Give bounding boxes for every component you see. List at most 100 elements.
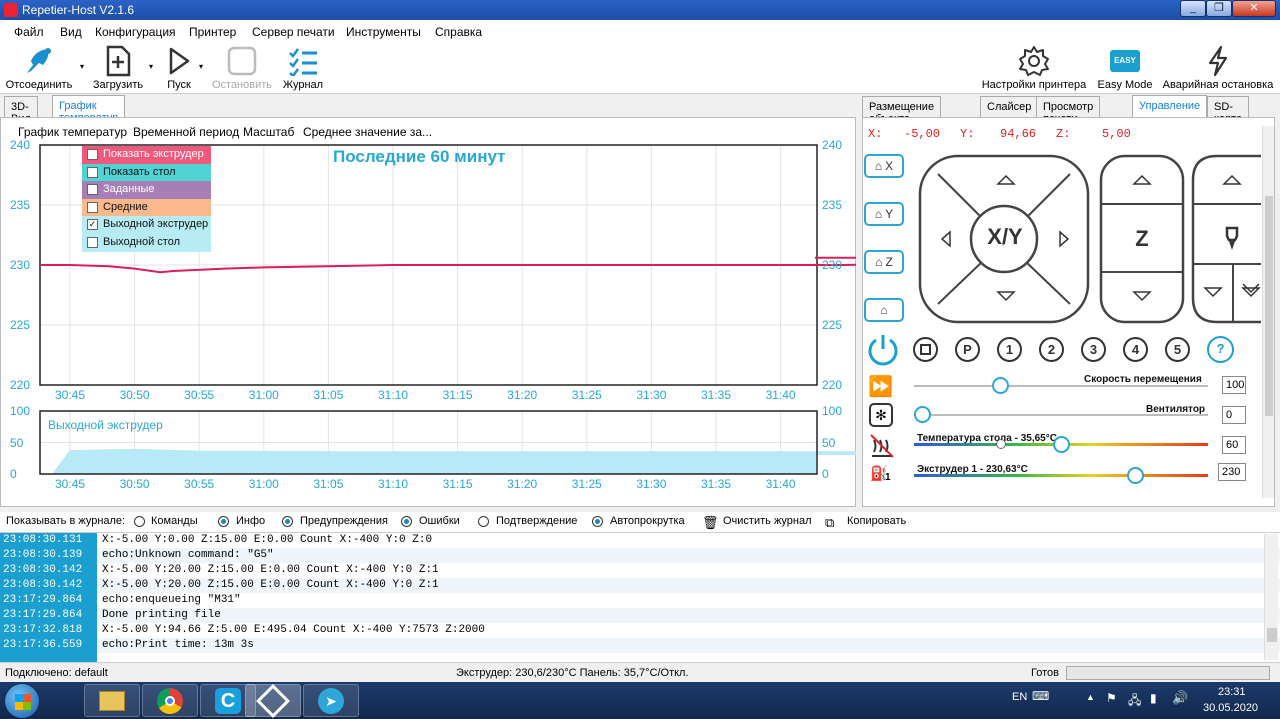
log-opt-ack[interactable]: Подтверждение: [496, 515, 577, 527]
chart-menu-period[interactable]: Временной период: [133, 125, 239, 139]
trash-icon[interactable]: 🗑: [702, 515, 719, 531]
printer-settings-button[interactable]: Настройки принтера: [978, 44, 1090, 91]
radio-autoscroll[interactable]: [592, 516, 603, 527]
menu-tools[interactable]: Инструменты: [346, 25, 421, 39]
legend-output-extruder[interactable]: ✓ Выходной экструдер: [82, 216, 211, 234]
bed-temp-slider-knob[interactable]: [1052, 436, 1070, 453]
speed-slider-knob[interactable]: [991, 377, 1009, 394]
explorer-taskbar-button[interactable]: [84, 684, 140, 717]
clear-log-button[interactable]: Очистить журнал: [723, 515, 812, 527]
disconnect-button[interactable]: Отсоединить: [4, 44, 74, 91]
load-more-icon[interactable]: ▾: [149, 62, 153, 71]
log-scroll-thumb[interactable]: [1267, 628, 1277, 642]
checkbox-icon[interactable]: [87, 184, 98, 196]
fan-slider-knob[interactable]: [914, 406, 931, 423]
extruder-temp-input[interactable]: 230: [1218, 463, 1246, 481]
tray-expand-icon[interactable]: ▲: [1086, 692, 1095, 702]
tab-print-preview[interactable]: Просмотр печати: [1036, 96, 1101, 125]
radio-ack[interactable]: [478, 516, 489, 527]
preset-2-button[interactable]: 2: [1039, 337, 1064, 362]
telegram-taskbar-button[interactable]: ➤: [303, 684, 359, 717]
menu-view[interactable]: Вид: [60, 25, 82, 39]
radio-info[interactable]: [218, 516, 229, 527]
checkbox-icon[interactable]: ✓: [87, 219, 98, 231]
tab-control[interactable]: Управление: [1132, 95, 1208, 119]
preset-4-button[interactable]: 4: [1123, 337, 1148, 362]
log-button[interactable]: Журнал: [280, 44, 326, 91]
radio-errors[interactable]: [401, 516, 412, 527]
preset-3-button[interactable]: 3: [1081, 337, 1106, 362]
checkbox-icon[interactable]: [87, 201, 98, 213]
tab-object-placement[interactable]: Размещение объекта: [862, 96, 942, 125]
log-opt-info[interactable]: Инфо: [236, 515, 265, 527]
emergency-stop-button[interactable]: Аварийная остановка: [1160, 44, 1276, 91]
legend-average[interactable]: Средние: [82, 198, 211, 217]
speed-track[interactable]: [914, 385, 1208, 387]
signal-icon[interactable]: ▮: [1150, 691, 1157, 705]
home-x-button[interactable]: ⌂ X: [864, 154, 904, 178]
legend-show-bed[interactable]: Показать стол: [82, 163, 211, 182]
menu-config[interactable]: Конфигурация: [95, 25, 176, 39]
easy-mode-button[interactable]: EASY Easy Mode: [1096, 44, 1154, 91]
home-all-button[interactable]: ⌂: [864, 298, 904, 322]
language-indicator[interactable]: EN: [1012, 691, 1027, 703]
home-y-button[interactable]: ⌂ Y: [864, 202, 904, 226]
checkbox-icon[interactable]: [87, 236, 98, 248]
tab-3d-view[interactable]: 3D-Вид: [4, 96, 38, 125]
speed-input[interactable]: 100: [1222, 376, 1246, 394]
tab-temperature-graph[interactable]: График температур: [52, 95, 126, 124]
clock-date[interactable]: 30.05.2020: [1203, 702, 1258, 714]
copy-icon[interactable]: ⧉: [825, 515, 834, 531]
close-button[interactable]: ✕: [1232, 0, 1276, 17]
log-scrollbar[interactable]: [1264, 534, 1278, 660]
keyboard-icon[interactable]: ⌨: [1032, 689, 1049, 703]
motors-off-button[interactable]: [913, 337, 938, 362]
preset-p-button[interactable]: P: [955, 337, 980, 362]
load-dropdown-icon[interactable]: ▾: [80, 62, 84, 71]
radio-warnings[interactable]: [282, 516, 293, 527]
clock-time[interactable]: 23:31: [1218, 686, 1246, 698]
tab-sd-card[interactable]: SD-карта: [1207, 96, 1250, 125]
log-opt-autoscroll[interactable]: Автопрокрутка: [610, 515, 685, 527]
preset-5-button[interactable]: 5: [1165, 337, 1190, 362]
extruder-jog-pad[interactable]: [1191, 154, 1261, 326]
chrome-taskbar-button[interactable]: [142, 684, 198, 717]
legend-show-extruder[interactable]: ✓ Показать экструдер: [82, 146, 211, 164]
control-scroll-thumb[interactable]: [1265, 196, 1273, 416]
repetier-taskbar-button[interactable]: [245, 683, 301, 718]
chart-menu-average[interactable]: Среднее значение за...: [303, 125, 432, 139]
maximize-button[interactable]: ❐: [1206, 0, 1232, 17]
home-z-button[interactable]: ⌂ Z: [864, 250, 904, 274]
log-opt-errors[interactable]: Ошибки: [419, 515, 460, 527]
log-opt-warnings[interactable]: Предупреждения: [300, 515, 388, 527]
load-button[interactable]: Загрузить: [90, 44, 146, 91]
extruder-temp-track[interactable]: [914, 474, 1208, 477]
volume-icon[interactable]: 🔊: [1172, 690, 1188, 706]
power-icon[interactable]: [866, 332, 900, 366]
start-dropdown-icon[interactable]: ▾: [199, 62, 203, 71]
log-opt-commands[interactable]: Команды: [151, 515, 198, 527]
legend-target[interactable]: Заданные: [82, 181, 211, 199]
bed-temp-input[interactable]: 60: [1222, 436, 1246, 454]
network-icon[interactable]: 🖧: [1128, 691, 1141, 712]
flag-icon[interactable]: ⚑: [1106, 691, 1117, 705]
checkbox-icon[interactable]: [87, 166, 98, 178]
menu-help[interactable]: Справка: [435, 25, 482, 39]
start-button[interactable]: [4, 683, 40, 719]
menu-file[interactable]: Файл: [14, 25, 44, 39]
copy-log-button[interactable]: Копировать: [847, 515, 906, 527]
fan-track[interactable]: [914, 414, 1208, 416]
preset-1-button[interactable]: 1: [997, 337, 1022, 362]
stop-button[interactable]: Остановить: [210, 44, 274, 91]
radio-commands[interactable]: [134, 516, 145, 527]
control-scrollbar[interactable]: [1262, 126, 1274, 498]
chart-menu-scale[interactable]: Масштаб: [243, 125, 294, 139]
tab-slicer[interactable]: Слайсер: [980, 96, 1039, 118]
checkbox-icon[interactable]: ✓: [87, 149, 98, 160]
legend-output-bed[interactable]: Выходной стол: [82, 233, 211, 252]
help-button[interactable]: ?: [1207, 336, 1234, 363]
menu-printer[interactable]: Принтер: [189, 25, 236, 39]
chart-menu-graph[interactable]: График температур: [18, 125, 127, 139]
menu-print-server[interactable]: Сервер печати: [252, 25, 335, 39]
fan-input[interactable]: 0: [1222, 406, 1246, 424]
